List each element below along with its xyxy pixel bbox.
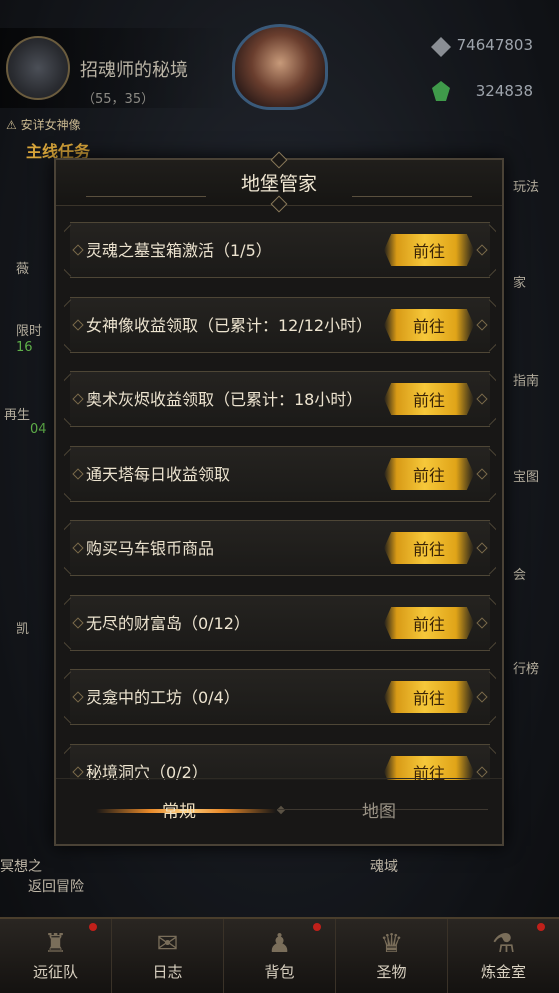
row-left-diamond-icon: [72, 766, 84, 778]
task-row: 通天塔每日收益领取 前往: [64, 446, 496, 502]
row-right-diamond-icon: [476, 542, 488, 554]
dialog-title-bar: 地堡管家: [56, 151, 502, 213]
task-list[interactable]: 灵魂之墓宝箱激活（1/5） 前往 女神像收益领取（已累计：12/12小时） 前往…: [64, 222, 496, 780]
right-label-5[interactable]: 会: [513, 564, 526, 583]
row-right-diamond-icon: [476, 617, 488, 629]
row-left-diamond-icon: [72, 319, 84, 331]
scene-bottom-left[interactable]: 冥想之 返回冒险: [0, 856, 84, 896]
row-right-diamond-icon: [476, 244, 488, 256]
tab-normal[interactable]: 常规: [162, 797, 196, 822]
bag-icon: ♟: [267, 929, 292, 959]
go-button[interactable]: 前往: [384, 309, 474, 341]
row-left-diamond-icon: [72, 691, 84, 703]
resource-gem: 324838: [475, 82, 533, 100]
go-button[interactable]: 前往: [384, 458, 474, 490]
nav-relics[interactable]: ♛ 圣物: [336, 919, 448, 993]
left-label-5: 04: [30, 422, 47, 437]
title-divider-left: [86, 196, 206, 197]
task-text: 女神像收益领取（已累计：12/12小时）: [86, 315, 373, 335]
task-row: 灵龛中的工坊（0/4） 前往: [64, 669, 496, 725]
task-row: 秘境洞穴（0/2） 前往: [64, 744, 496, 780]
row-right-diamond-icon: [476, 468, 488, 480]
tab-map[interactable]: 地图: [362, 797, 396, 822]
task-text: 秘境洞穴（0/2）: [86, 762, 208, 781]
row-right-diamond-icon: [476, 319, 488, 331]
left-label-6[interactable]: 凯: [16, 618, 29, 637]
task-text: 灵魂之墓宝箱激活（1/5）: [86, 240, 272, 260]
go-button[interactable]: 前往: [384, 234, 474, 266]
nav-alchemy[interactable]: ⚗ 炼金室: [448, 919, 559, 993]
task-row: 灵魂之墓宝箱激活（1/5） 前往: [64, 222, 496, 278]
location-name: 招魂师的秘境: [80, 60, 188, 81]
right-label-1[interactable]: 玩法: [513, 176, 539, 195]
player-avatar[interactable]: [232, 24, 328, 110]
left-label-2[interactable]: 限时: [16, 320, 42, 339]
nav-backpack[interactable]: ♟ 背包: [224, 919, 336, 993]
bunker-steward-dialog: 地堡管家 灵魂之墓宝箱激活（1/5） 前往 女神像收益领取（已累计：12/12小…: [54, 151, 504, 846]
go-button[interactable]: 前往: [384, 607, 474, 639]
nav-label: 炼金室: [480, 963, 526, 981]
task-row: 女神像收益领取（已累计：12/12小时） 前往: [64, 297, 496, 353]
title-divider-right: [352, 196, 472, 197]
return-adventure-label: 返回冒险: [28, 879, 84, 895]
nav-expedition[interactable]: ♜ 远征队: [0, 919, 112, 993]
row-right-diamond-icon: [476, 766, 488, 778]
left-label-1[interactable]: 薇: [16, 258, 29, 277]
go-button[interactable]: 前往: [384, 532, 474, 564]
scroll-icon: ✉: [156, 929, 179, 959]
go-button[interactable]: 前往: [384, 681, 474, 713]
location-emblem-icon: [6, 36, 70, 100]
nav-label: 远征队: [32, 963, 78, 981]
task-row: 奥术灰烬收益领取（已累计：18小时） 前往: [64, 371, 496, 427]
row-left-diamond-icon: [72, 244, 84, 256]
green-gem-icon: [432, 81, 450, 101]
right-label-2[interactable]: 家: [513, 272, 526, 291]
notification-dot: [89, 923, 97, 931]
helmet-icon: ♜: [43, 929, 68, 959]
notification-dot: [313, 923, 321, 931]
go-button[interactable]: 前往: [384, 756, 474, 780]
task-text: 奥术灰烬收益领取（已累计：18小时）: [86, 389, 363, 409]
location-coords: （55，35）: [82, 92, 155, 107]
bottom-navigation: ♜ 远征队 ✉ 日志 ♟ 背包 ♛ 圣物 ⚗ 炼金室: [0, 917, 559, 993]
left-sidebar: 薇 限时 16 再生 04 凯: [0, 190, 56, 670]
right-label-4[interactable]: 宝图: [513, 466, 539, 485]
left-label-3: 16: [16, 340, 33, 355]
task-row: 购买马车银币商品 前往: [64, 520, 496, 576]
row-left-diamond-icon: [72, 617, 84, 629]
soul-domain-label[interactable]: 魂域: [370, 856, 398, 876]
dialog-title: 地堡管家: [240, 173, 317, 195]
quest-hint[interactable]: ⚠ 安详女神像: [6, 116, 81, 133]
right-sidebar: 玩法 家 指南 宝图 会 行榜: [503, 120, 559, 680]
row-left-diamond-icon: [72, 468, 84, 480]
row-left-diamond-icon: [72, 542, 84, 554]
row-right-diamond-icon: [476, 691, 488, 703]
title-bottom-diamond-icon: [270, 195, 288, 213]
go-button[interactable]: 前往: [384, 383, 474, 415]
row-left-diamond-icon: [72, 393, 84, 405]
left-label-4[interactable]: 再生: [4, 404, 30, 423]
relic-icon: ♛: [379, 929, 404, 959]
dialog-tab-bar: 常规 地图: [56, 778, 502, 844]
alchemy-icon: ⚗: [491, 929, 516, 959]
row-right-diamond-icon: [476, 393, 488, 405]
tab-divider-diamond-icon: [276, 805, 286, 815]
task-row: 无尽的财富岛（0/12） 前往: [64, 595, 496, 651]
nav-label: 背包: [264, 963, 295, 981]
task-text: 灵龛中的工坊（0/4）: [86, 687, 240, 707]
notification-dot: [537, 923, 545, 931]
silver-coin-icon: [431, 37, 451, 57]
task-text: 通天塔每日收益领取: [86, 464, 231, 484]
nav-label: 圣物: [376, 963, 407, 981]
meditation-label: 冥想之: [0, 859, 42, 875]
quest-hint-text: 安详女神像: [20, 118, 81, 132]
nav-label: 日志: [152, 963, 183, 981]
resource-silver: 74647803: [456, 36, 533, 54]
right-label-6[interactable]: 行榜: [513, 658, 539, 677]
nav-journal[interactable]: ✉ 日志: [112, 919, 224, 993]
task-text: 购买马车银币商品: [86, 538, 215, 558]
task-text: 无尽的财富岛（0/12）: [86, 613, 250, 633]
right-label-3[interactable]: 指南: [513, 370, 539, 389]
